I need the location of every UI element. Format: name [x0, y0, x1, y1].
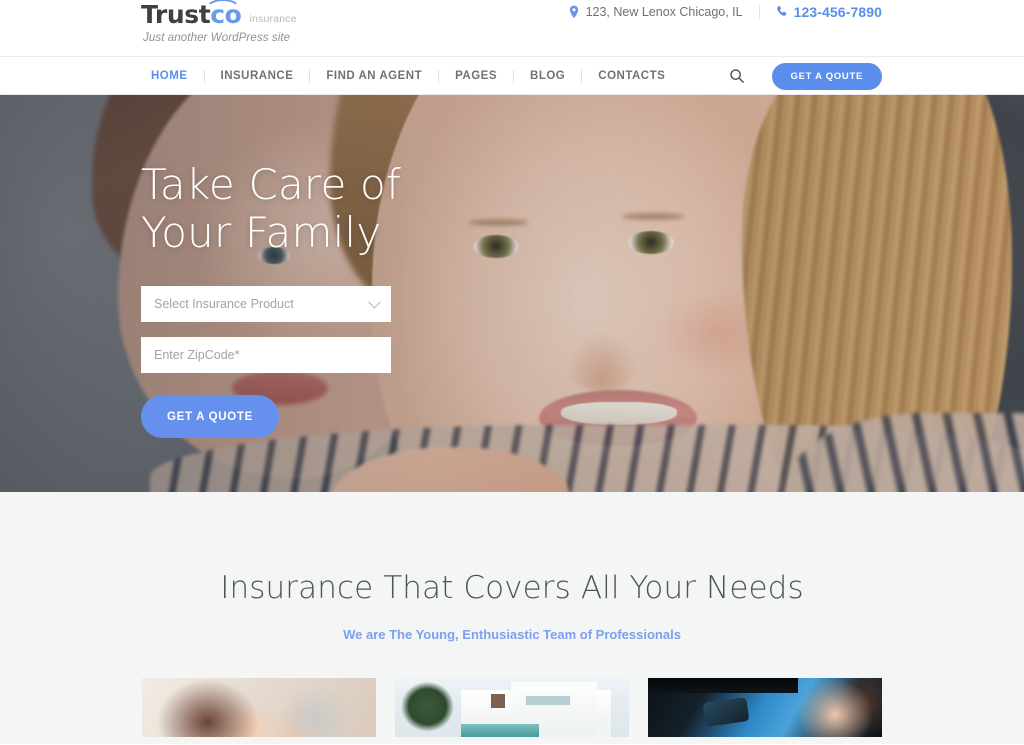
- location-pin-icon: [568, 5, 580, 19]
- logo-brand-part1: Trust: [141, 0, 211, 29]
- logo-subtitle: insurance: [249, 13, 297, 25]
- phone-text[interactable]: 123-456-7890: [794, 4, 882, 20]
- hero-title: Take Care of Your Family: [141, 161, 401, 257]
- services-section: Insurance That Covers All Your Needs We …: [0, 492, 1024, 744]
- insurance-product-select[interactable]: Select Insurance Product: [141, 286, 391, 322]
- services-card-list: [142, 678, 882, 737]
- tree-shape: [399, 680, 461, 737]
- logo-wordmark: Trustco: [141, 0, 242, 29]
- services-section-title: Insurance That Covers All Your Needs: [220, 570, 804, 606]
- search-icon[interactable]: [729, 68, 745, 84]
- house-pool: [461, 724, 539, 737]
- header-address: 123, New Lenox Chicago, IL: [568, 5, 743, 19]
- car-mirror-shape: [702, 697, 750, 727]
- nav-item-contacts[interactable]: CONTACTS: [582, 70, 681, 82]
- nav-menu: HOME INSURANCE FIND AN AGENT PAGES BLOG …: [141, 57, 681, 95]
- chevron-down-icon: [368, 295, 381, 309]
- life-insurance-card-image: [142, 678, 376, 737]
- site-logo[interactable]: Trustco insurance: [141, 0, 297, 29]
- hero-quote-form: Select Insurance Product Enter ZipCode* …: [141, 286, 401, 438]
- nav-item-find-an-agent[interactable]: FIND AN AGENT: [310, 70, 438, 82]
- header-get-a-quote-button[interactable]: GET A QOUTE: [771, 62, 882, 90]
- main-navigation-bar: HOME INSURANCE FIND AN AGENT PAGES BLOG …: [0, 57, 1024, 95]
- contact-divider: [758, 5, 760, 19]
- car-roof-shape: [648, 678, 798, 693]
- nav-item-home[interactable]: HOME: [141, 70, 204, 82]
- phone-icon: [776, 5, 788, 19]
- hero-get-a-quote-button[interactable]: GET A QUOTE: [141, 395, 279, 438]
- nav-actions: GET A QOUTE: [729, 57, 882, 95]
- house-roof-icon: [205, 0, 242, 10]
- page-root: Trustco insurance Just another WordPress…: [0, 0, 1024, 745]
- nav-item-blog[interactable]: BLOG: [514, 70, 581, 82]
- home-insurance-card-image: [395, 678, 629, 737]
- services-section-subtitle: We are The Young, Enthusiastic Team of P…: [343, 627, 681, 642]
- hero-title-line-1: Take Care of: [141, 160, 401, 209]
- top-bar: Trustco insurance Just another WordPress…: [0, 0, 1024, 57]
- header-contact-info: 123, New Lenox Chicago, IL 123-456-7890: [568, 4, 882, 20]
- hero-title-line-2: Your Family: [141, 208, 382, 257]
- life-insurance-card[interactable]: [142, 678, 376, 737]
- site-tagline: Just another WordPress site: [143, 32, 291, 44]
- zipcode-input-placeholder: Enter ZipCode*: [154, 348, 240, 362]
- hero-content: Take Care of Your Family Select Insuranc…: [141, 161, 401, 438]
- address-text: 123, New Lenox Chicago, IL: [585, 5, 743, 19]
- nav-item-pages[interactable]: PAGES: [439, 70, 513, 82]
- insurance-product-select-value: Select Insurance Product: [154, 297, 294, 311]
- header-phone[interactable]: 123-456-7890: [776, 4, 882, 20]
- logo-row: Trustco insurance: [141, 0, 297, 29]
- house-window: [525, 695, 571, 706]
- zipcode-input[interactable]: Enter ZipCode*: [141, 337, 391, 373]
- auto-insurance-card-image: [648, 678, 882, 737]
- home-insurance-card[interactable]: [395, 678, 629, 737]
- nav-item-insurance[interactable]: INSURANCE: [205, 70, 310, 82]
- house-chimney: [491, 694, 505, 708]
- auto-insurance-card[interactable]: [648, 678, 882, 737]
- hero-banner: Take Care of Your Family Select Insuranc…: [0, 95, 1024, 492]
